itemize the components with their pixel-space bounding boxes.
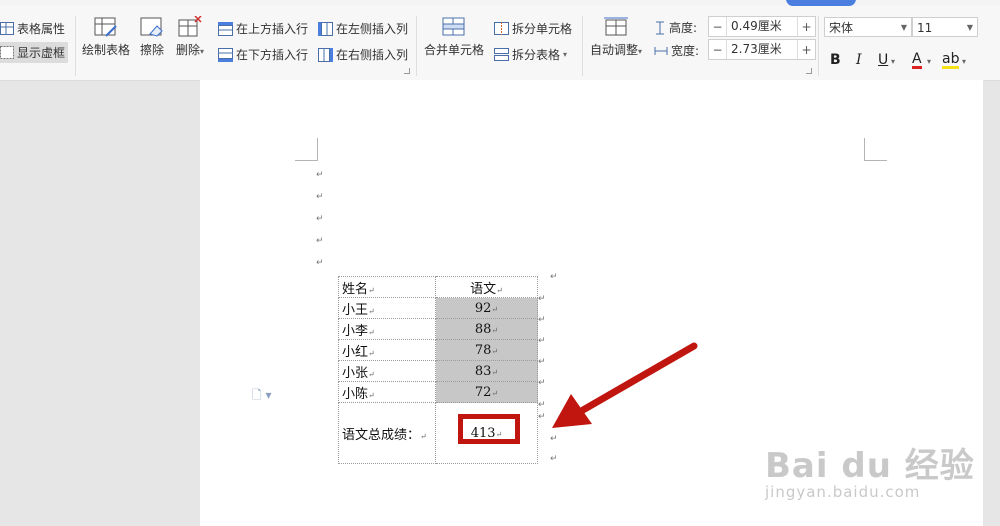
baidu-watermark: Bai du 经验 jingyan.baidu.com	[765, 438, 975, 501]
baidu-logo: Bai du 经验	[765, 446, 975, 486]
